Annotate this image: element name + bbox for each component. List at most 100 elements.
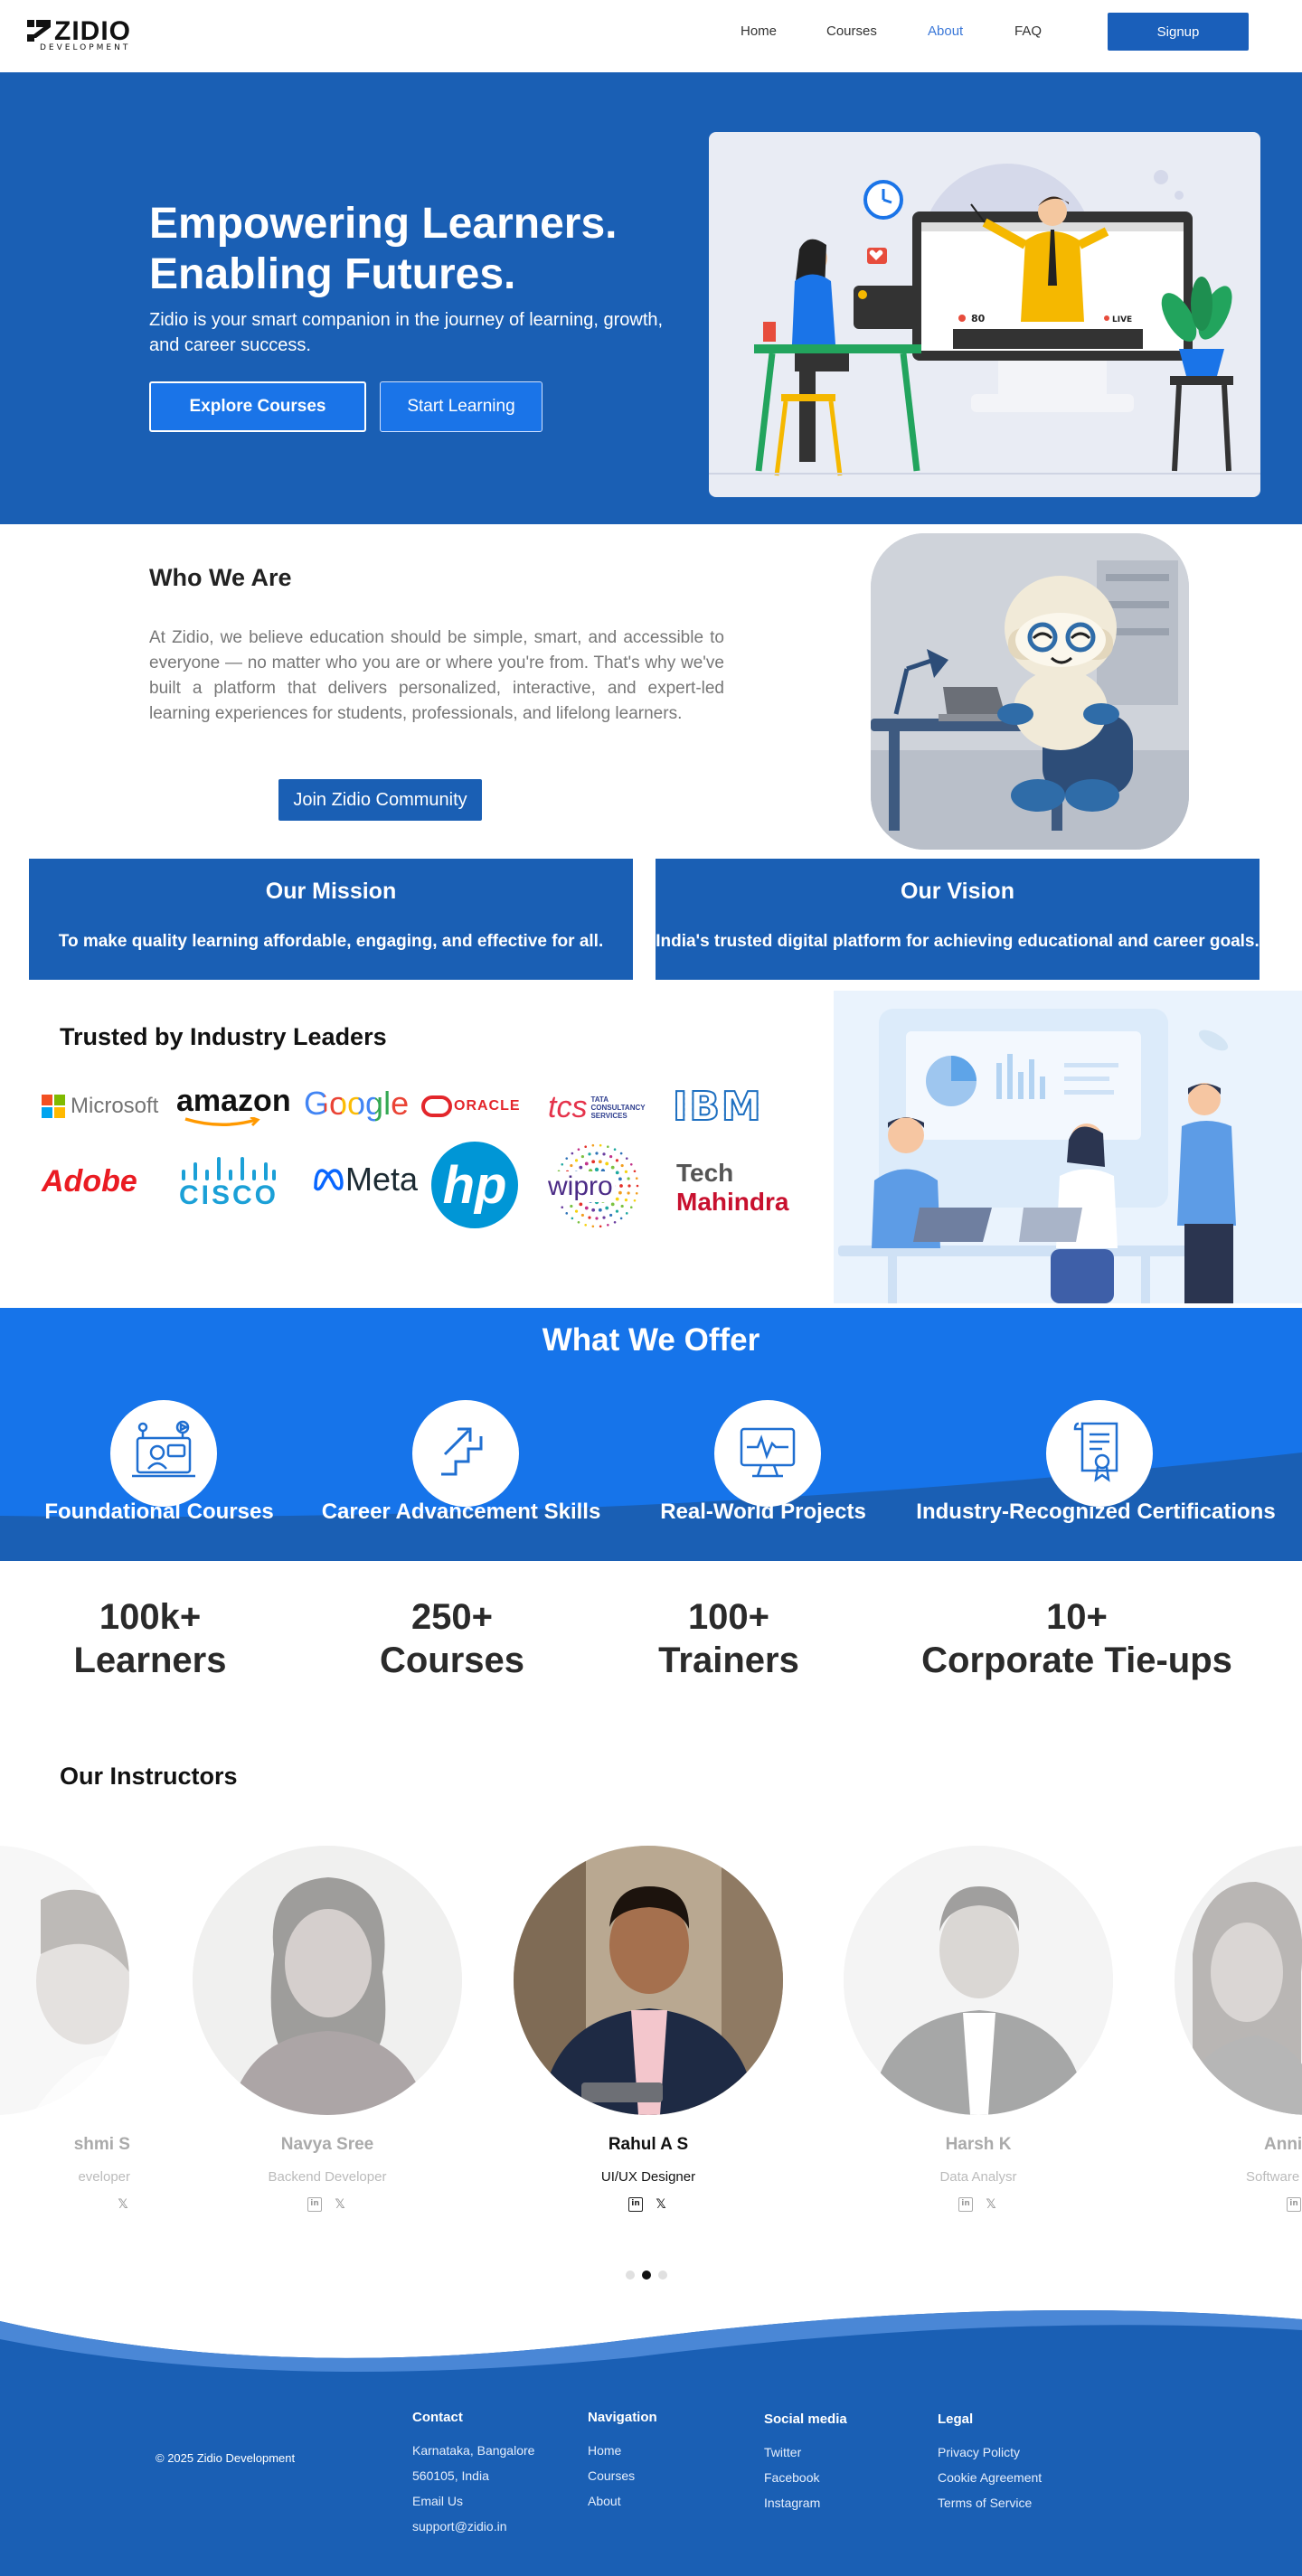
wipro-dot [602, 1152, 606, 1156]
wipro-dot [635, 1191, 638, 1195]
stat-value: 100k+ [99, 1597, 202, 1637]
stat-value: 10+ [1046, 1597, 1108, 1637]
team-collaboration-illustration [834, 991, 1302, 1303]
footer-social-title: Social media [764, 2411, 847, 2427]
offer-icon-wrap-1 [412, 1400, 519, 1507]
join-community-button[interactable]: Join Zidio Community [278, 779, 482, 821]
wipro-dot [619, 1217, 623, 1220]
footer-link-courses[interactable]: Courses [588, 2468, 657, 2483]
footer-link-facebook[interactable]: Facebook [764, 2470, 847, 2485]
linkedin-icon[interactable]: in [628, 2197, 643, 2212]
contact-email-label[interactable]: Email Us [412, 2494, 534, 2508]
instructor-carousel[interactable]: shmi S eveloper 𝕏 Navya Sree Backend Dev… [0, 1835, 1302, 2233]
wipro-dot [610, 1202, 615, 1207]
footer-link-cookies[interactable]: Cookie Agreement [938, 2470, 1042, 2485]
hero-title-line2: Enabling Futures. [149, 250, 516, 298]
carousel-dot[interactable] [626, 2270, 635, 2280]
hp-logo: hp [431, 1142, 518, 1228]
wipro-dot [599, 1225, 602, 1228]
footer-link-instagram[interactable]: Instagram [764, 2496, 847, 2510]
linkedin-icon[interactable]: in [958, 2197, 973, 2212]
carousel-dot-active[interactable] [642, 2270, 651, 2280]
instructor-card[interactable]: Navya Sree Backend Developer in 𝕏 [192, 1846, 463, 2212]
footer-link-twitter[interactable]: Twitter [764, 2445, 847, 2459]
signup-button[interactable]: Signup [1108, 13, 1249, 51]
stat-trainers: 100+ Trainers [566, 1595, 892, 1682]
instructor-card[interactable]: Anni Software in [1174, 1846, 1302, 2212]
instructor-card-active[interactable]: Rahul A S UI/UX Designer in 𝕏 [513, 1846, 784, 2212]
wipro-dot [615, 1159, 619, 1162]
wipro-dot [615, 1170, 619, 1175]
monitor-pulse-icon [740, 1427, 796, 1478]
illus-live-label: LIVE [1112, 315, 1132, 324]
wipro-dot [607, 1223, 609, 1227]
stat-label: Trainers [658, 1641, 799, 1680]
wipro-dot [610, 1165, 615, 1170]
nav-link-about[interactable]: About [928, 24, 963, 39]
wipro-dot [579, 1165, 583, 1170]
trusted-title: Trusted by Industry Leaders [60, 1023, 387, 1050]
contact-email-link[interactable]: support@zidio.in [412, 2519, 534, 2534]
wipro-dot [618, 1177, 622, 1181]
nav-link-faq[interactable]: FAQ [1014, 24, 1042, 39]
carousel-dot[interactable] [658, 2270, 667, 2280]
wipro-dot [625, 1157, 628, 1160]
wipro-dot [574, 1209, 579, 1213]
zidio-logo[interactable]: ZIDIO DEVELOPMENT [27, 18, 163, 54]
wipro-dot [629, 1163, 633, 1166]
x-twitter-icon[interactable]: 𝕏 [116, 2197, 130, 2212]
wipro-dot [577, 1148, 580, 1152]
vision-text: India's trusted digital platform for ach… [656, 932, 1260, 951]
footer-link-about[interactable]: About [588, 2494, 657, 2508]
contact-address-line1: Karnataka, Bangalore [412, 2443, 535, 2458]
linkedin-icon[interactable]: in [307, 2197, 322, 2212]
wipro-dot [605, 1161, 609, 1166]
footer-link-privacy[interactable]: Privacy Policty [938, 2445, 1042, 2459]
nav-link-home[interactable]: Home [741, 24, 777, 39]
wipro-dot [584, 1161, 589, 1166]
wipro-dot [633, 1170, 637, 1173]
x-twitter-icon[interactable]: 𝕏 [333, 2197, 347, 2212]
logo-text: ZIDIO [54, 16, 131, 46]
footer-link-terms[interactable]: Terms of Service [938, 2496, 1042, 2510]
wipro-dot [619, 1152, 623, 1155]
cisco-logo: CISCO [179, 1157, 278, 1209]
wipro-dot [609, 1213, 613, 1217]
stairs-arrow-icon [441, 1427, 483, 1476]
wipro-dot [577, 1220, 580, 1224]
our-vision-card: Our Vision India's trusted digital platf… [656, 859, 1260, 980]
explore-courses-button[interactable]: Explore Courses [149, 381, 366, 432]
wipro-dot [570, 1204, 573, 1208]
google-logo: Google [304, 1085, 410, 1122]
offer-label-projects: Real-World Projects [660, 1500, 866, 1524]
x-twitter-icon[interactable]: 𝕏 [654, 2197, 668, 2212]
wipro-dot [635, 1177, 638, 1180]
wipro-dot [633, 1199, 637, 1202]
x-twitter-icon[interactable]: 𝕏 [984, 2197, 998, 2212]
linkedin-icon[interactable]: in [1287, 2197, 1301, 2212]
wipro-dot [584, 1223, 587, 1227]
wipro-dot [565, 1157, 569, 1160]
instructor-photo [514, 1846, 783, 2115]
hero-subtitle: Zidio is your smart companion in the jou… [149, 310, 664, 355]
ibm-logo: IBM [672, 1084, 763, 1130]
instructors-title: Our Instructors [60, 1763, 238, 1790]
mission-title: Our Mission [265, 879, 397, 904]
wipro-dot [624, 1199, 628, 1202]
wipro-dot [613, 1148, 617, 1152]
wipro-logo: wipro [542, 1141, 651, 1231]
wipro-dot [607, 1145, 609, 1149]
instructor-card[interactable]: shmi S eveloper 𝕏 [0, 1846, 130, 2212]
wipro-dot [620, 1204, 624, 1208]
what-we-offer-section: What We Offer Foundational Courses Caree… [0, 1308, 1302, 1561]
wipro-dot [605, 1206, 609, 1210]
wipro-dot [602, 1216, 606, 1219]
instructor-card[interactable]: Harsh K Data Analysr in 𝕏 [843, 1846, 1114, 2212]
wipro-dot [570, 1163, 573, 1168]
wipro-dot [565, 1212, 569, 1215]
footer-wave [0, 2303, 1302, 2372]
nav-link-courses[interactable]: Courses [826, 24, 877, 39]
amazon-smile-icon [184, 1117, 260, 1127]
footer-link-home[interactable]: Home [588, 2443, 657, 2458]
start-learning-button[interactable]: Start Learning [380, 381, 542, 432]
